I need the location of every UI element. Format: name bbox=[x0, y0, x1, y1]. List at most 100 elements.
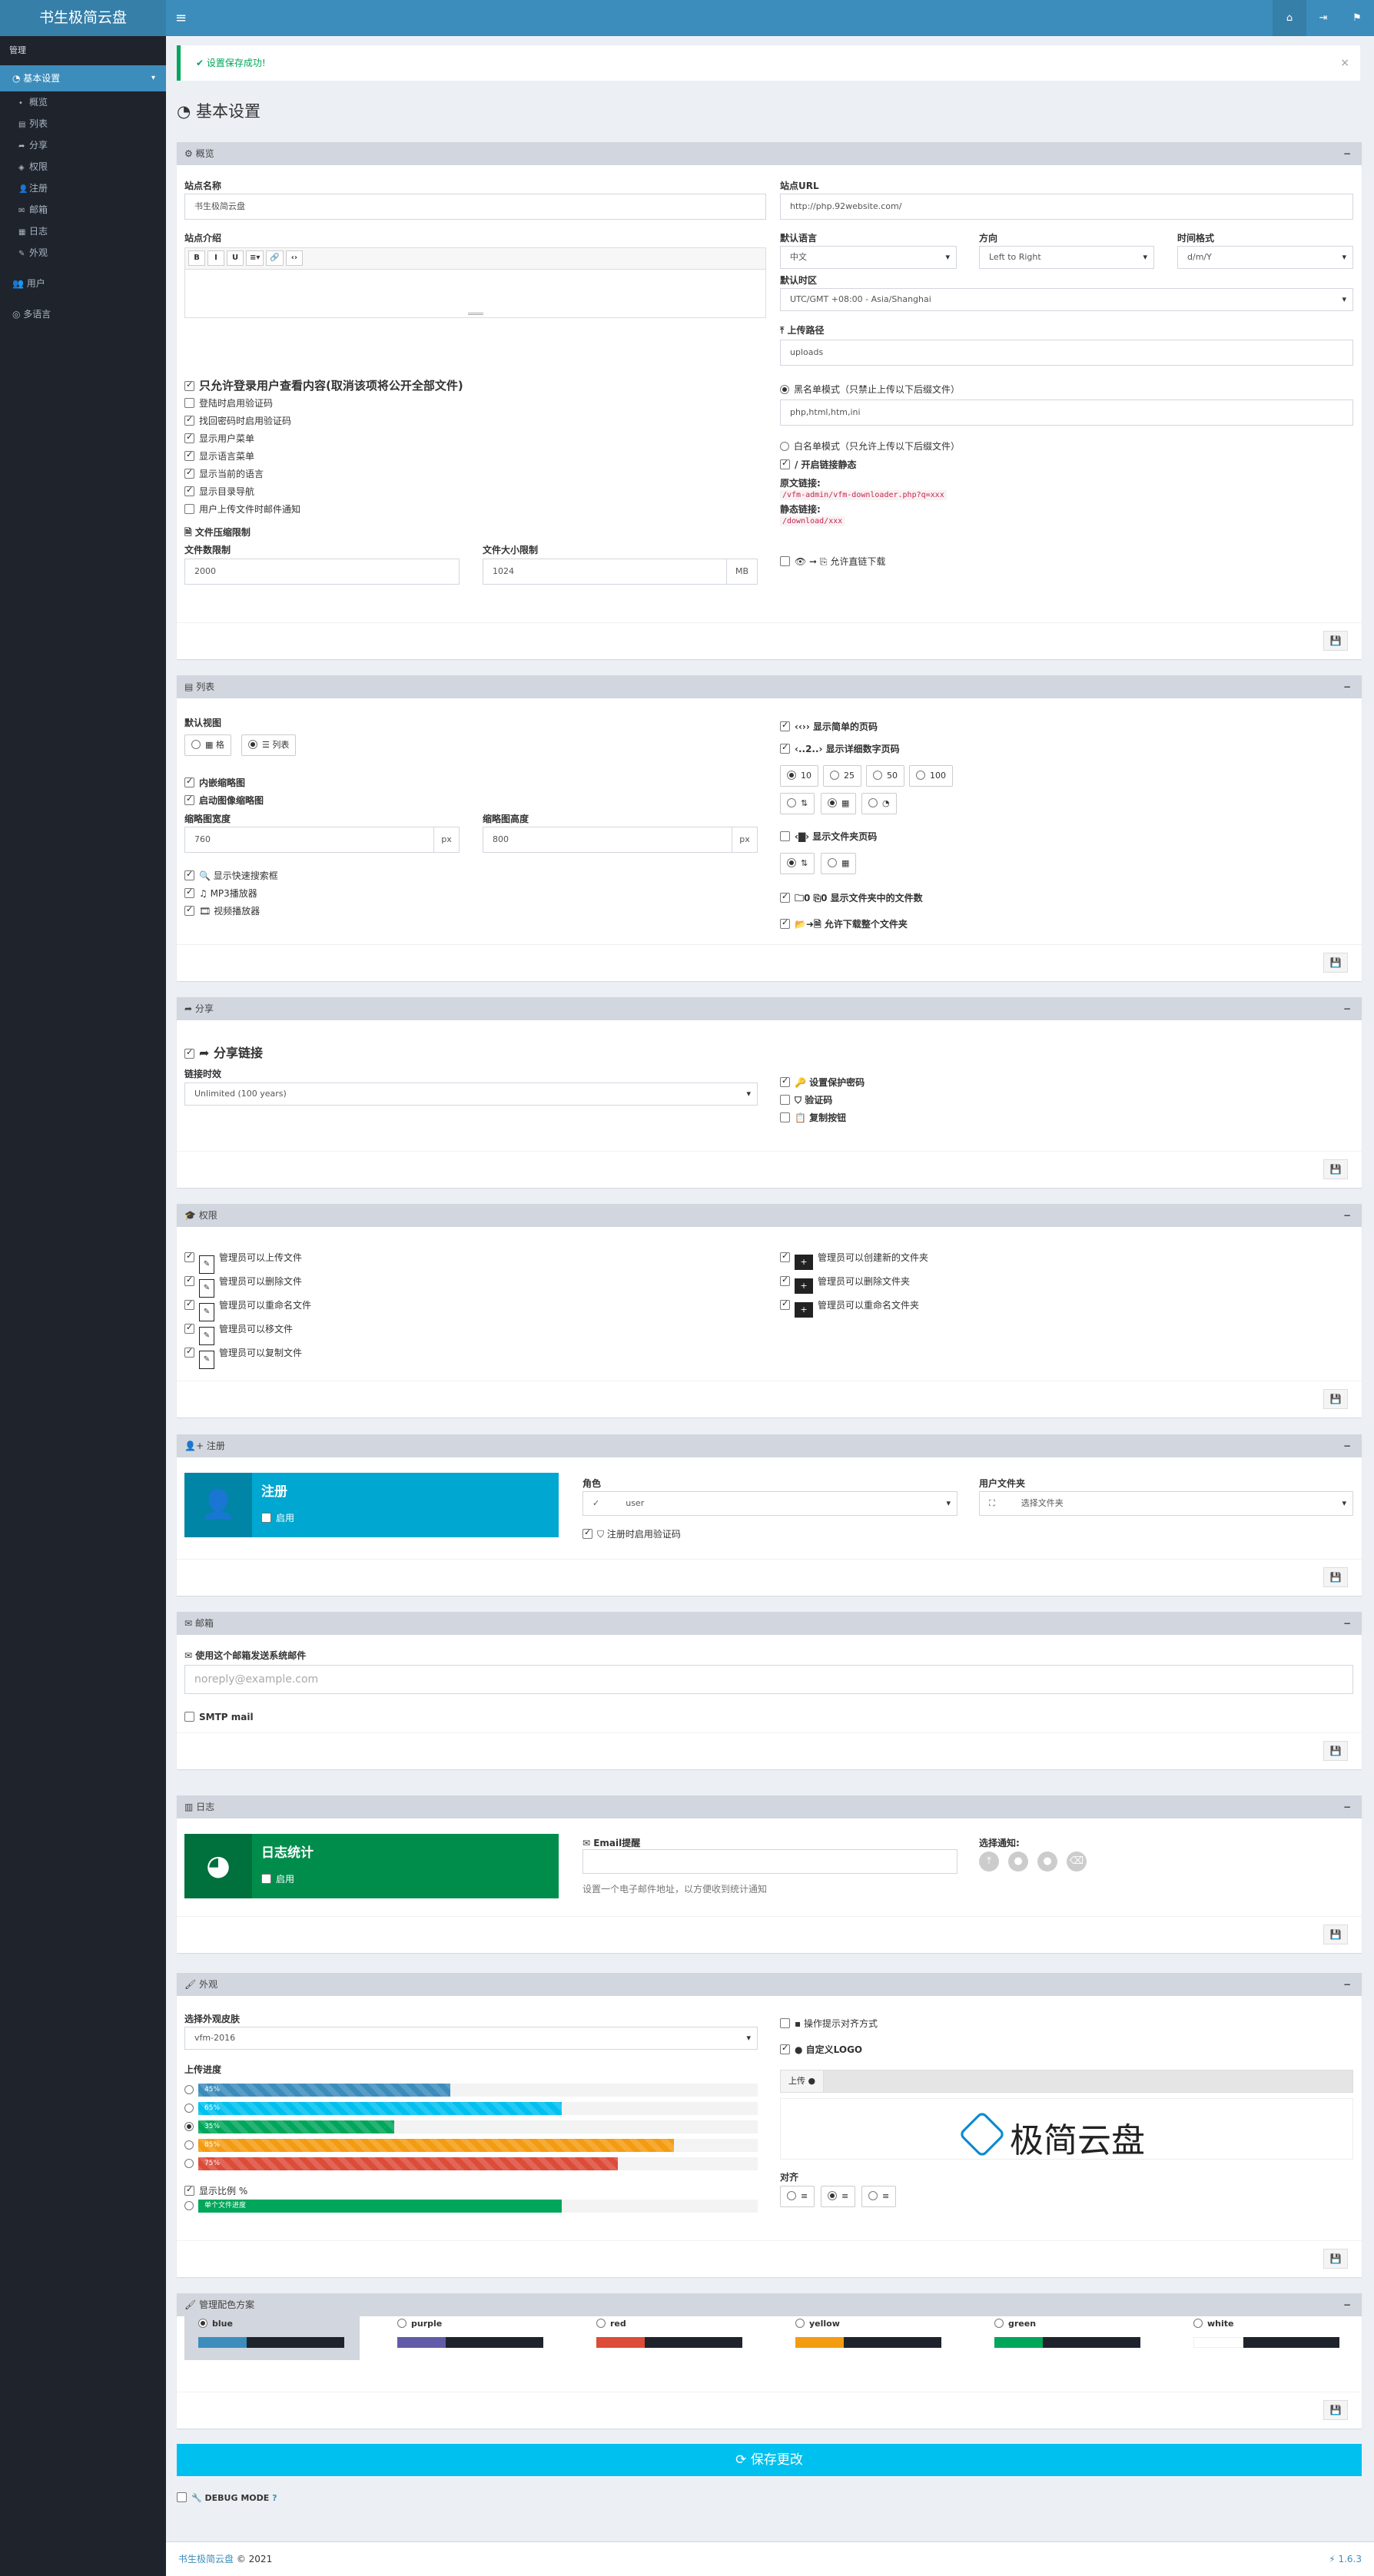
size-limit-input[interactable]: 1024 bbox=[483, 559, 727, 585]
progress-style-radio[interactable] bbox=[184, 2140, 198, 2151]
simple-pager-checkbox[interactable]: ‹‹›› 显示简单的页码 bbox=[780, 720, 878, 733]
permission-checkbox[interactable]: +管理员可以删除文件夹 bbox=[780, 1275, 910, 1294]
close-icon[interactable]: × bbox=[1340, 45, 1349, 81]
sort-alpha-radio[interactable]: ⇅ bbox=[780, 793, 815, 814]
quick-search-checkbox[interactable]: 🔍 显示快速搜索框 bbox=[184, 869, 278, 882]
folder-count-checkbox[interactable]: 🗀0 ⎘0 显示文件夹中的文件数 bbox=[780, 891, 923, 907]
editor-button[interactable]: B bbox=[188, 250, 205, 266]
signout-icon[interactable]: ⇥ bbox=[1306, 0, 1340, 36]
overview-checkbox[interactable]: 只允许登录用户查看内容(取消该项将公开全部文件) bbox=[184, 377, 463, 393]
minus-icon[interactable]: − bbox=[1343, 1204, 1351, 1227]
sidebar-subitem[interactable]: • 概览 bbox=[0, 91, 166, 113]
log-email-input[interactable] bbox=[582, 1849, 957, 1874]
protect-password-checkbox[interactable]: 🔑 设置保护密码 bbox=[780, 1076, 865, 1089]
rich-text-editor[interactable]: B I U ≡▾ 🔗 ‹› bbox=[184, 247, 766, 318]
save-changes-button[interactable]: ⟳ 保存更改 bbox=[177, 2444, 1362, 2476]
upload-button[interactable]: 上传 ● bbox=[781, 2070, 825, 2092]
sidebar-subitem[interactable]: ✎ 外观 bbox=[0, 242, 166, 264]
upload-path-input[interactable]: uploads bbox=[780, 340, 1353, 366]
save-icon[interactable]: 💾 bbox=[1323, 1925, 1348, 1944]
thumb-height-input[interactable]: 800 bbox=[483, 827, 732, 853]
sidebar-subitem[interactable]: 👤 注册 bbox=[0, 177, 166, 199]
user-icon[interactable]: ● bbox=[1037, 1852, 1057, 1871]
bars-icon[interactable]: ≡ bbox=[175, 0, 187, 36]
minus-icon[interactable]: − bbox=[1343, 675, 1351, 698]
page-count-radio[interactable]: 100 bbox=[909, 765, 953, 787]
color-scheme-red[interactable]: red bbox=[582, 2312, 758, 2360]
save-icon[interactable]: 💾 bbox=[1323, 1389, 1348, 1409]
folder-pager-checkbox[interactable]: ‹▇› 显示文件夹页码 bbox=[780, 830, 877, 843]
share-captcha-checkbox[interactable]: ⛉ 验证码 bbox=[780, 1093, 832, 1106]
page-count-radio[interactable]: 25 bbox=[823, 765, 861, 787]
thumb-width-input[interactable]: 760 bbox=[184, 827, 434, 853]
progress-style-radio[interactable] bbox=[184, 2121, 198, 2133]
site-name-input[interactable]: 书生极简云盘 bbox=[184, 194, 766, 220]
debug-mode-checkbox[interactable]: 🔧 DEBUG MODE ? bbox=[177, 2492, 277, 2503]
folder-sort-alpha-radio[interactable]: ⇅ bbox=[780, 853, 815, 874]
direct-link-checkbox[interactable]: 👁 ➞ ⎘ 允许直链下载 bbox=[780, 555, 885, 568]
permission-checkbox[interactable]: ✎管理员可以移文件 bbox=[184, 1322, 293, 1345]
inline-thumb-checkbox[interactable]: 内嵌缩略图 bbox=[184, 776, 245, 789]
registration-enable-checkbox[interactable]: 启用 bbox=[261, 1511, 294, 1524]
site-url-input[interactable]: http://php.92website.com/ bbox=[780, 194, 1353, 220]
tz-select[interactable]: UTC/GMT +08:00 - Asia/Shanghai bbox=[780, 288, 1353, 311]
single-progress-radio[interactable] bbox=[184, 2200, 198, 2212]
sort-date-radio[interactable]: ▦ bbox=[821, 793, 857, 814]
page-count-radio[interactable]: 10 bbox=[780, 765, 818, 787]
dir-select[interactable]: Left to Right bbox=[979, 246, 1154, 269]
blacklist-input[interactable]: php,html,htm,ini bbox=[780, 399, 1353, 426]
minus-icon[interactable]: − bbox=[1343, 997, 1351, 1020]
static-link-checkbox[interactable]: / 开启链接静态 bbox=[780, 458, 857, 471]
view-list-radio[interactable]: ☰ 列表 bbox=[241, 734, 297, 756]
permission-checkbox[interactable]: +管理员可以创建新的文件夹 bbox=[780, 1251, 928, 1270]
color-scheme-yellow[interactable]: yellow bbox=[782, 2312, 957, 2360]
minus-icon[interactable]: − bbox=[1343, 1434, 1351, 1457]
role-select[interactable]: ✓ user bbox=[582, 1491, 957, 1516]
sidebar-subitem[interactable]: ✉ 邮箱 bbox=[0, 199, 166, 220]
mp3-checkbox[interactable]: ♫ MP3播放器 bbox=[184, 887, 257, 900]
editor-button[interactable]: ‹› bbox=[285, 250, 303, 266]
minus-icon[interactable]: − bbox=[1343, 142, 1351, 165]
home-icon[interactable]: ⌂ bbox=[1273, 0, 1306, 36]
app-logo[interactable]: 书生极简云盘 bbox=[0, 0, 166, 36]
align-right-radio[interactable]: ≡ bbox=[861, 2186, 897, 2207]
custom-logo-checkbox[interactable]: ● 自定义LOGO bbox=[780, 2043, 862, 2056]
folder-download-checkbox[interactable]: 📂➜🗎 允许下载整个文件夹 bbox=[780, 917, 908, 933]
minus-icon[interactable]: − bbox=[1343, 1973, 1351, 1996]
color-scheme-green[interactable]: green bbox=[981, 2312, 1156, 2360]
color-scheme-purple[interactable]: purple bbox=[383, 2312, 559, 2360]
log-enable-checkbox[interactable]: 启用 bbox=[261, 1872, 294, 1885]
reg-captcha-checkbox[interactable]: ⛉ 注册时启用验证码 bbox=[582, 1527, 681, 1540]
minus-icon[interactable]: − bbox=[1343, 1612, 1351, 1635]
auto-thumb-checkbox[interactable]: 启动图像缩略图 bbox=[184, 794, 264, 807]
permission-checkbox[interactable]: +管理员可以重命名文件夹 bbox=[780, 1298, 919, 1318]
sidebar-subitem[interactable]: ▦ 日志 bbox=[0, 220, 166, 242]
overview-checkbox[interactable]: 显示用户菜单 bbox=[184, 432, 254, 445]
flag-icon[interactable]: ⚑ bbox=[1340, 0, 1374, 36]
overview-checkbox[interactable]: 显示语言菜单 bbox=[184, 449, 254, 462]
align-left-radio[interactable]: ≡ bbox=[780, 2186, 815, 2207]
editor-button[interactable]: I bbox=[207, 250, 224, 266]
save-icon[interactable]: 💾 bbox=[1323, 1567, 1348, 1587]
permission-checkbox[interactable]: ✎管理员可以删除文件 bbox=[184, 1275, 302, 1298]
lifetime-select[interactable]: Unlimited (100 years) bbox=[184, 1082, 758, 1106]
upload-icon[interactable]: ⤒ bbox=[979, 1852, 999, 1871]
progress-style-radio[interactable] bbox=[184, 2084, 198, 2096]
footer-brand[interactable]: 书生极简云盘 bbox=[178, 2554, 234, 2564]
progress-style-radio[interactable] bbox=[184, 2158, 198, 2170]
save-icon[interactable]: 💾 bbox=[1323, 1159, 1348, 1179]
save-icon[interactable]: 💾 bbox=[1323, 1741, 1348, 1761]
skin-select[interactable]: vfm-2016 bbox=[184, 2027, 758, 2050]
permission-checkbox[interactable]: ✎管理员可以重命名文件 bbox=[184, 1298, 311, 1321]
permission-checkbox[interactable]: ✎管理员可以上传文件 bbox=[184, 1251, 302, 1274]
detail-pager-checkbox[interactable]: ‹..2..› 显示详细数字页码 bbox=[780, 742, 900, 755]
trash-icon[interactable]: ⌫ bbox=[1067, 1852, 1087, 1871]
permission-checkbox[interactable]: ✎管理员可以复制文件 bbox=[184, 1346, 302, 1369]
sender-email-input[interactable]: noreply@example.com bbox=[184, 1665, 1353, 1694]
view-grid-radio[interactable]: ▦ 格 bbox=[184, 734, 231, 756]
align-center-radio[interactable]: ≡ bbox=[821, 2186, 856, 2207]
resize-handle[interactable] bbox=[468, 313, 483, 315]
sidebar-item-basic-settings[interactable]: ◔ 基本设置 ▾ bbox=[0, 65, 166, 91]
sidebar-subitem[interactable]: ▤ 列表 bbox=[0, 113, 166, 134]
smtp-checkbox[interactable]: SMTP mail bbox=[184, 1712, 254, 1722]
